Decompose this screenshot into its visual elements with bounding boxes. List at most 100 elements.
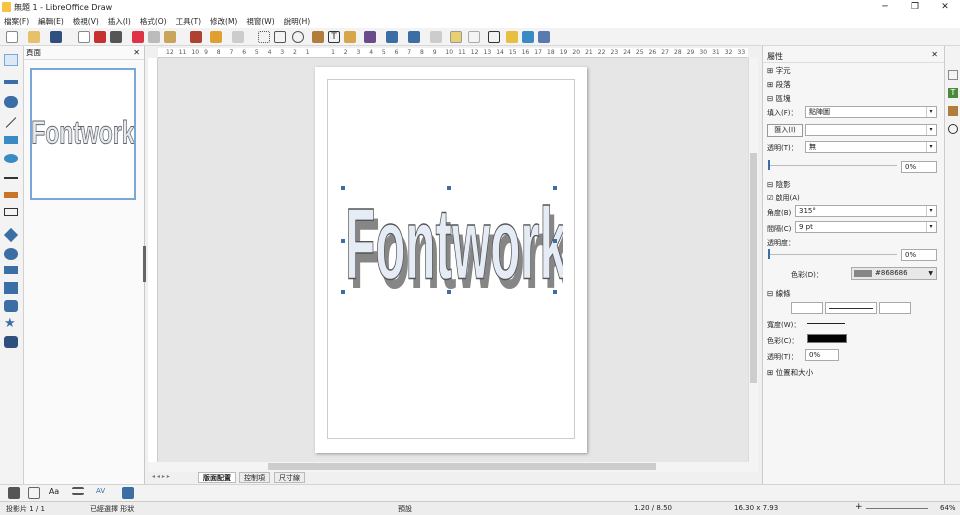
minimize-button[interactable]: ─ <box>870 0 900 14</box>
block-arrows-icon[interactable] <box>4 266 18 274</box>
export-icon[interactable] <box>78 31 90 43</box>
horizontal-ruler[interactable]: 12 11 10 9 8 7 6 5 4 3 2 1 1 2 3 4 5 6 7 8 9 10 11 12 13 14 15 16 17… <box>158 48 748 58</box>
shadow-transparency-slider-thumb[interactable] <box>768 249 770 259</box>
tab-layout[interactable]: 版面配置 <box>198 472 236 483</box>
horizontal-scrollbar[interactable] <box>148 462 758 472</box>
redo-icon[interactable] <box>232 31 244 43</box>
selection-handle-mr[interactable] <box>553 239 557 243</box>
sidebar-close-button[interactable]: ✕ <box>931 50 938 59</box>
font-size-icon[interactable]: Aa <box>48 487 60 499</box>
arrow-line-icon[interactable] <box>4 176 18 179</box>
menu-window[interactable]: 視窗(W) <box>246 16 274 27</box>
stars-icon[interactable]: ★ <box>4 317 18 330</box>
undo-icon[interactable] <box>210 31 222 43</box>
copy-icon[interactable] <box>148 31 160 43</box>
curve-icon[interactable] <box>4 192 18 198</box>
line-end-dropdown[interactable] <box>879 302 911 314</box>
connector-icon[interactable] <box>4 208 18 216</box>
open-icon[interactable] <box>28 31 40 43</box>
zoom-level[interactable]: 64% <box>940 504 956 512</box>
selection-handle-bl[interactable] <box>341 290 345 294</box>
camera-icon[interactable] <box>8 487 20 499</box>
distribute-icon[interactable] <box>430 31 442 43</box>
fontwork-object[interactable]: Fontwork Fontwork <box>339 189 563 301</box>
page[interactable]: Fontwork Fontwork <box>315 67 587 453</box>
points-icon[interactable] <box>488 31 500 43</box>
arrange-icon[interactable] <box>408 31 420 43</box>
section-line[interactable]: ⊟ 線條 <box>767 288 791 299</box>
line-color-icon[interactable] <box>4 80 18 84</box>
section-position-size[interactable]: ⊞ 位置和大小 <box>767 367 813 378</box>
textbox-icon[interactable]: T <box>328 31 340 43</box>
tab-controls[interactable]: 控制項 <box>239 472 270 483</box>
tab-nav-buttons[interactable]: ◂ ◂ ▸ ▸ <box>152 473 170 480</box>
horizontal-scroll-thumb[interactable] <box>268 463 656 470</box>
distance-spin[interactable]: 9 pt ▾ <box>795 221 937 233</box>
align-icon[interactable] <box>386 31 398 43</box>
grid-icon[interactable] <box>258 31 270 43</box>
menu-help[interactable]: 說明(H) <box>284 16 311 27</box>
section-paragraph[interactable]: ⊞ 段落 <box>767 79 791 90</box>
fill-color-icon[interactable] <box>4 96 18 108</box>
transformations-icon[interactable] <box>364 31 376 43</box>
line-icon[interactable] <box>5 117 17 128</box>
bitmap-dropdown[interactable]: ▾ <box>805 124 937 136</box>
vertical-scrollbar[interactable] <box>748 58 758 462</box>
styles-tab-icon[interactable]: T <box>948 88 958 98</box>
flowchart-icon[interactable] <box>4 282 18 294</box>
image-icon[interactable] <box>312 31 324 43</box>
shadow-transparency-spin[interactable]: 0% <box>901 249 937 261</box>
symbol-shapes-icon[interactable] <box>4 248 18 260</box>
new-icon[interactable] <box>6 31 18 43</box>
vertical-scroll-thumb[interactable] <box>750 153 757 383</box>
select-icon[interactable] <box>4 54 18 66</box>
ellipse-icon[interactable] <box>4 154 18 163</box>
basic-shapes-icon[interactable] <box>3 227 19 243</box>
menu-tools[interactable]: 工具(T) <box>176 16 201 27</box>
tab-dimension-lines[interactable]: 尺寸線 <box>274 472 305 483</box>
export-pdf-icon[interactable] <box>94 31 106 43</box>
zoom-in-icon[interactable]: + <box>855 502 863 512</box>
clone-formatting-icon[interactable] <box>190 31 202 43</box>
glue-icon[interactable] <box>506 31 518 43</box>
line-width-button[interactable] <box>807 323 845 324</box>
menu-modify[interactable]: 修改(M) <box>210 16 237 27</box>
import-button[interactable]: 匯入(I) <box>767 124 803 137</box>
area-transparency-slider-thumb[interactable] <box>768 160 770 170</box>
3d-objects-icon[interactable] <box>538 31 550 43</box>
selection-handle-tr[interactable] <box>553 186 557 190</box>
line-transparency-spin[interactable]: 0% <box>805 349 839 361</box>
crop-icon[interactable] <box>468 31 480 43</box>
line-color-button[interactable] <box>807 334 847 343</box>
section-character[interactable]: ⊞ 字元 <box>767 65 791 76</box>
line-style-dropdown[interactable] <box>825 302 877 314</box>
rectangle-icon[interactable] <box>4 136 18 144</box>
pages-panel-close-button[interactable]: ✕ <box>133 48 140 57</box>
menu-format[interactable]: 格式(O) <box>140 16 167 27</box>
gallery-tab-icon[interactable] <box>948 106 958 116</box>
navigator-tab-icon[interactable] <box>948 124 958 134</box>
toggle-extrusion-icon[interactable] <box>522 31 534 43</box>
section-area[interactable]: ⊟ 區塊 <box>767 93 791 104</box>
zoom-icon[interactable] <box>292 31 304 43</box>
line-start-dropdown[interactable] <box>791 302 823 314</box>
fill-type-dropdown[interactable]: 點陣圖 ▾ <box>805 106 937 118</box>
drawing-canvas[interactable]: Fontwork Fontwork <box>158 58 748 462</box>
zoom-slider[interactable] <box>866 508 928 509</box>
callouts-icon[interactable] <box>4 300 18 312</box>
selection-handle-bm[interactable] <box>447 290 451 294</box>
fontwork-icon[interactable] <box>344 31 356 43</box>
selection-handle-tm[interactable] <box>447 186 451 190</box>
angle-dropdown[interactable]: 315° ▾ <box>795 205 937 217</box>
align-text-icon[interactable] <box>72 487 84 495</box>
shadow-enable-checkbox[interactable]: ☑ 啟用(A) <box>767 193 800 203</box>
maximize-button[interactable]: ❐ <box>900 0 930 14</box>
menu-file[interactable]: 檔案(F) <box>4 16 29 27</box>
close-button[interactable]: ✕ <box>930 0 960 14</box>
selection-handle-br[interactable] <box>553 290 557 294</box>
insert-image-icon[interactable] <box>122 487 134 499</box>
paste-icon[interactable] <box>164 31 176 43</box>
shadow-transparency-slider[interactable] <box>769 254 897 255</box>
menu-insert[interactable]: 插入(I) <box>108 16 131 27</box>
helplines-icon[interactable] <box>274 31 286 43</box>
